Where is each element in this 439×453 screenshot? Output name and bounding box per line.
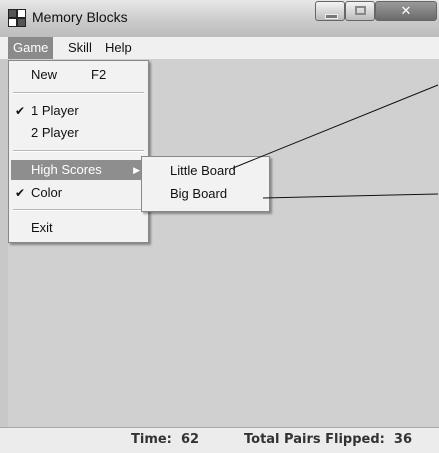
close-button[interactable]: ✕ — [375, 1, 437, 21]
menu-game[interactable]: Game — [8, 37, 54, 59]
minimize-button[interactable] — [315, 1, 345, 21]
game-menu-dropdown: New F2 ✔ 1 Player 2 Player High Scores ▶… — [8, 60, 149, 243]
pairs-label: Total Pairs Flipped: — [244, 432, 385, 447]
menu-item-color[interactable]: ✔ Color — [11, 183, 146, 203]
menu-item-2-player[interactable]: 2 Player — [11, 123, 146, 143]
time-label: Time: — [131, 432, 172, 447]
window-title: Memory Blocks — [32, 9, 128, 25]
pairs-flipped-readout: Total Pairs Flipped: 36 — [244, 432, 412, 447]
menu-item-high-scores-label: High Scores — [31, 162, 102, 177]
memory-blocks-window: Memory Blocks ✕ Game Skill Help New F2 ✔… — [0, 0, 439, 453]
pairs-value: 36 — [393, 432, 413, 447]
grid-icon — [8, 9, 26, 27]
menu-skill[interactable]: Skill — [63, 37, 97, 59]
menu-item-new-shortcut: F2 — [91, 67, 107, 82]
maximize-icon — [355, 6, 366, 15]
menu-separator — [13, 209, 144, 211]
submenu-arrow-icon: ▶ — [133, 165, 140, 175]
menu-item-exit-label: Exit — [31, 220, 53, 235]
submenu-item-little-board[interactable]: Little Board — [144, 160, 267, 182]
time-readout: Time: 62 — [131, 432, 199, 447]
submenu-item-big-board-label: Big Board — [170, 186, 228, 201]
title-bar[interactable]: Memory Blocks ✕ — [0, 0, 439, 37]
callout-line-big-board — [262, 193, 439, 199]
minimize-icon — [325, 14, 338, 19]
menu-item-color-label: Color — [31, 185, 63, 200]
checkmark-icon: ✔ — [15, 104, 26, 118]
maximize-button[interactable] — [345, 1, 375, 21]
checkmark-icon: ✔ — [15, 186, 26, 200]
menu-item-exit[interactable]: Exit — [11, 218, 146, 238]
menu-item-high-scores[interactable]: High Scores ▶ — [11, 160, 146, 180]
menu-item-new[interactable]: New F2 — [11, 65, 146, 85]
submenu-item-big-board[interactable]: Big Board — [144, 183, 267, 205]
menu-separator — [13, 150, 144, 152]
status-bar: Time: 62 Total Pairs Flipped: 36 — [0, 427, 439, 453]
menu-help[interactable]: Help — [100, 37, 137, 59]
menu-item-1-player-label: 1 Player — [31, 103, 79, 118]
menu-bar: Game Skill Help — [0, 37, 439, 59]
submenu-item-little-board-label: Little Board — [170, 163, 236, 178]
close-icon: ✕ — [400, 3, 412, 18]
high-scores-submenu: Little Board Big Board — [141, 156, 270, 212]
menu-item-1-player[interactable]: ✔ 1 Player — [11, 101, 146, 121]
menu-item-new-label: New — [31, 67, 58, 82]
time-value: 62 — [180, 432, 200, 447]
window-client-edge — [0, 59, 8, 427]
menu-separator — [13, 92, 144, 94]
caption-buttons: ✕ — [315, 1, 439, 23]
menu-item-2-player-label: 2 Player — [31, 125, 79, 140]
